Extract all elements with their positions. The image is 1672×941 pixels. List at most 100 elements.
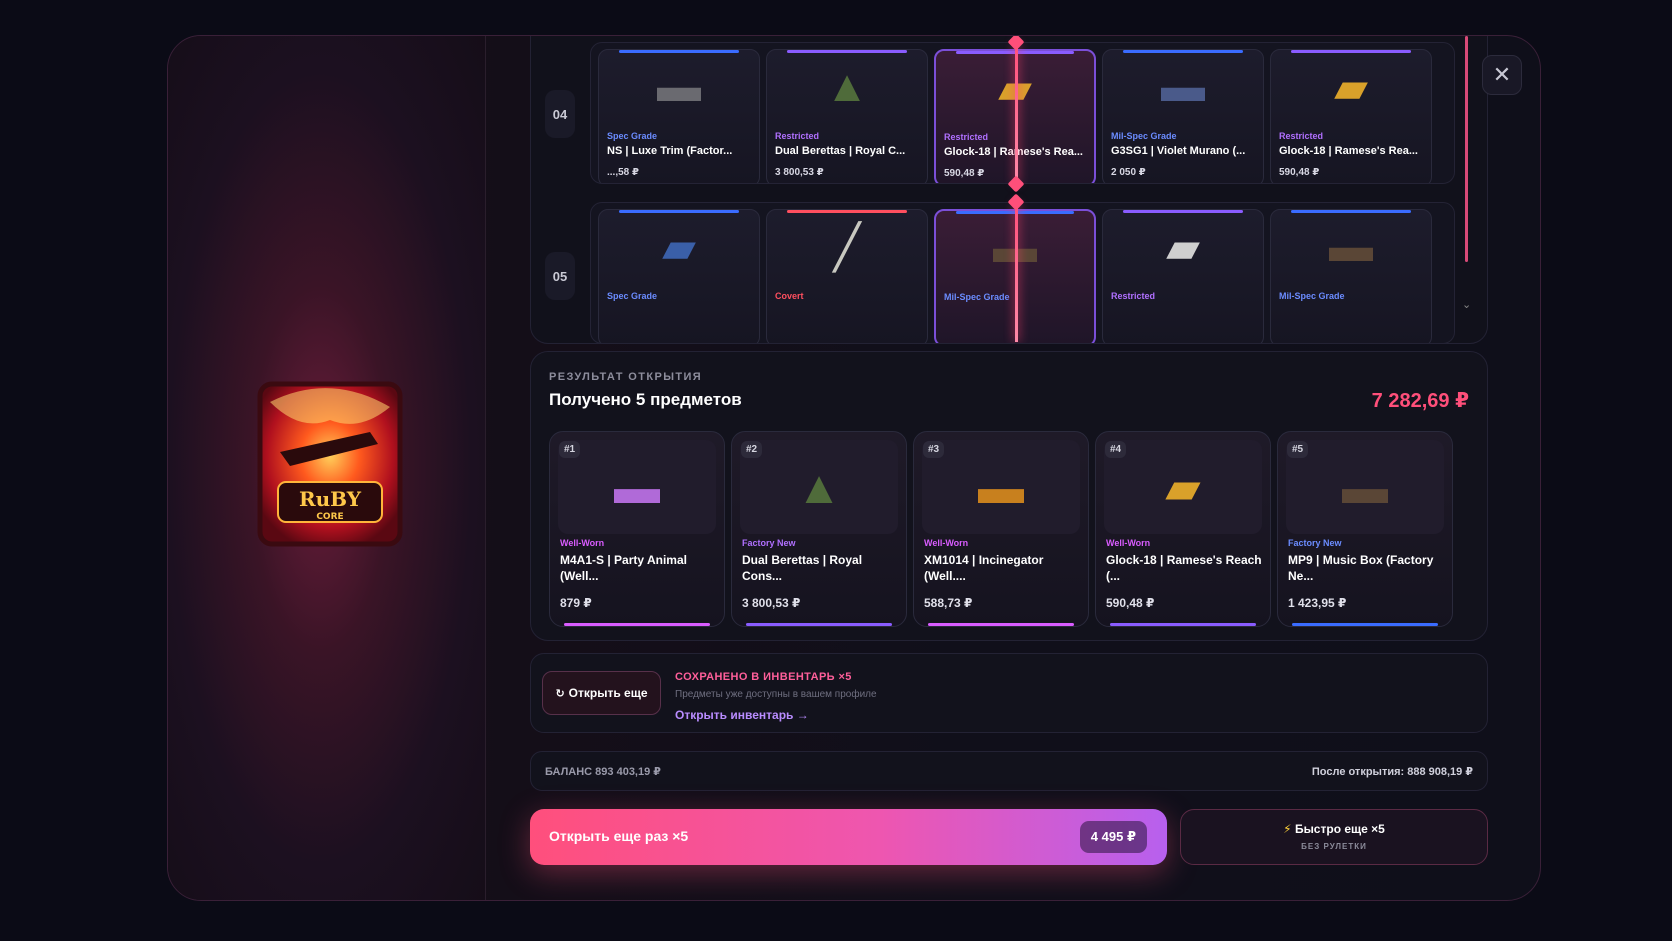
- roulette-item: ▬ Mil-Spec Grade: [1270, 209, 1432, 343]
- rarity-line: [1123, 50, 1243, 53]
- rifle-icon: ▬: [657, 62, 701, 111]
- item-price: 590,48 ₽: [1106, 596, 1155, 610]
- item-rarity: Restricted: [775, 131, 820, 141]
- fast-open-sub: БЕЗ РУЛЕТКИ: [1301, 842, 1367, 851]
- item-name: Dual Berettas | Royal Cons...: [742, 553, 863, 583]
- open-again-label: Открыть еще раз ×5: [549, 828, 689, 844]
- item-index: #3: [923, 441, 945, 458]
- item-price: 588,73 ₽: [924, 596, 973, 610]
- dual-pistols-icon: ▲: [825, 62, 869, 111]
- item-index: #2: [741, 441, 763, 458]
- open-inventory-link[interactable]: Открыть инвентарь →: [675, 708, 809, 722]
- result-total: 7 282,69 ₽: [1371, 390, 1469, 412]
- case-opening-modal: RuBY CORE 04 ▬ Spec Grade NS | Luxe Trim (…: [167, 35, 1541, 901]
- item-price: 590,48 ₽: [944, 168, 985, 179]
- item-name: MP9 | Music Box (Factory Ne...: [1288, 553, 1434, 583]
- pistol-icon: ▰: [1165, 461, 1201, 513]
- item-rarity: Spec Grade: [607, 291, 658, 301]
- smg-icon: ▬: [1342, 461, 1388, 513]
- roulette: 04 ▬ Spec Grade NS | Luxe Trim (Factor....…: [530, 36, 1488, 344]
- item-price: 2 050 ₽: [1111, 167, 1146, 178]
- roulette-item: ▲ Restricted Dual Berettas | Royal C... 3 8…: [766, 49, 928, 183]
- result-item-card[interactable]: #2 ▲ Factory New Dual Berettas | Royal Cons…: [731, 431, 907, 627]
- row-number: 05: [545, 252, 575, 300]
- reel-strip: ▰ Spec Grade ╱ Covert ▬ Mil-Spec Grade ▰ Restri…: [590, 202, 1455, 343]
- case-image: RuBY CORE: [257, 381, 403, 547]
- rarity-line: [1291, 50, 1411, 53]
- rarity-line: [1291, 210, 1411, 213]
- result-item-card[interactable]: #5 ▬ Factory New MP9 | Music Box (Factory N…: [1277, 431, 1453, 627]
- item-name: XM1014 | Incinegator (Well....: [924, 553, 1044, 583]
- item-index: #4: [1105, 441, 1127, 458]
- balance-after: После открытия: 888 908,19 ₽: [1311, 766, 1473, 778]
- item-rarity: Mil-Spec Grade: [944, 292, 1010, 302]
- roulette-row: 04 ▬ Spec Grade NS | Luxe Trim (Factor....…: [545, 42, 1455, 184]
- roulette-marker: [1015, 202, 1018, 342]
- dual-pistols-icon: ▲: [796, 461, 842, 513]
- reel-strip: ▬ Spec Grade NS | Luxe Trim (Factor......,…: [590, 42, 1455, 184]
- roulette-item: ▬ Mil-Spec Grade G3SG1 | Violet Murano (..…: [1102, 49, 1264, 183]
- fast-open-button[interactable]: ⚡ Быстро еще ×5 БЕЗ РУЛЕТКИ: [1180, 809, 1488, 865]
- open-again-button[interactable]: Открыть еще раз ×5 4 495 ₽: [530, 809, 1167, 865]
- item-index: #1: [559, 441, 581, 458]
- result-panel: РЕЗУЛЬТАТ ОТКРЫТИЯ Получено 5 предметов …: [530, 351, 1488, 641]
- rifle-icon: ▬: [614, 461, 660, 513]
- knife-icon: ╱: [833, 223, 861, 272]
- roulette-row: 05 ▰ Spec Grade ╱ Covert ▬ Mil-Spec Grade ▰ Res…: [545, 202, 1455, 343]
- item-name: G3SG1 | Violet Murano (...: [1111, 145, 1246, 157]
- close-button[interactable]: ✕: [1482, 55, 1522, 95]
- saved-description: Предметы уже доступны в вашем профиле: [675, 689, 877, 700]
- rarity-line: [787, 50, 907, 53]
- saved-title: СОХРАНЕНО В ИНВЕНТАРЬ ×5: [675, 671, 852, 683]
- item-rarity: Restricted: [1279, 131, 1324, 141]
- case-panel: RuBY CORE: [168, 36, 486, 900]
- smg-icon: ▬: [1329, 222, 1373, 271]
- item-rarity: Restricted: [944, 132, 989, 142]
- item-name: Glock-18 | Ramese's Rea...: [944, 146, 1083, 158]
- scroll-down-icon[interactable]: ⌄: [1462, 298, 1471, 311]
- item-price: 3 800,53 ₽: [742, 596, 801, 610]
- item-name: Glock-18 | Ramese's Rea...: [1279, 145, 1418, 157]
- roulette-item: ▰ Restricted: [1102, 209, 1264, 343]
- result-item-card[interactable]: #3 ▬ Well-Worn XM1014 | Incinegator (Well..…: [913, 431, 1089, 627]
- rarity-line: [619, 210, 739, 213]
- svg-text:CORE: CORE: [316, 512, 343, 522]
- result-item-card[interactable]: #1 ▬ Well-Worn M4A1-S | Party Animal (Well.…: [549, 431, 725, 627]
- item-price: 879 ₽: [560, 596, 592, 610]
- rarity-line: [787, 210, 907, 213]
- lightning-icon: ⚡: [1283, 822, 1292, 836]
- item-price: 1 423,95 ₽: [1288, 596, 1347, 610]
- saved-panel: ↻ Открыть еще СОХРАНЕНО В ИНВЕНТАРЬ ×5 П…: [530, 653, 1488, 733]
- balance-bar: БАЛАНС 893 403,19 ₽ После открытия: 888 …: [530, 751, 1488, 791]
- roulette-item: ▰ Spec Grade: [598, 209, 760, 343]
- pistol-icon: ▰: [662, 223, 696, 272]
- rarity-bar: [1292, 623, 1438, 626]
- item-rarity: Restricted: [1111, 291, 1156, 301]
- refresh-icon: ↻: [555, 687, 565, 700]
- scrollbar[interactable]: [1465, 36, 1468, 262]
- item-rarity: Spec Grade: [607, 131, 658, 141]
- roulette-item: ╱ Covert: [766, 209, 928, 343]
- roulette-item: ▰ Restricted Glock-18 | Ramese's Rea... 590…: [1270, 49, 1432, 183]
- roulette-item: ▬ Spec Grade NS | Luxe Trim (Factor......,…: [598, 49, 760, 183]
- open-more-button[interactable]: ↻ Открыть еще: [542, 671, 661, 715]
- rarity-bar: [564, 623, 710, 626]
- result-item-card[interactable]: #4 ▰ Well-Worn Glock-18 | Ramese's Reach (.…: [1095, 431, 1271, 627]
- item-name: M4A1-S | Party Animal (Well...: [560, 553, 687, 583]
- pistol-icon: ▰: [1166, 223, 1200, 272]
- open-again-price: 4 495 ₽: [1079, 821, 1147, 853]
- item-wear: Well-Worn: [560, 538, 605, 548]
- item-wear: Factory New: [1288, 538, 1342, 548]
- item-name: Dual Berettas | Royal C...: [775, 145, 906, 157]
- rarity-line: [1123, 210, 1243, 213]
- item-name: Glock-18 | Ramese's Reach (...: [1106, 553, 1262, 583]
- fast-open-label: Быстро еще ×5: [1294, 822, 1385, 836]
- shotgun-icon: ▬: [978, 461, 1024, 513]
- item-price: ...,58 ₽: [607, 167, 639, 178]
- item-price: 3 800,53 ₽: [775, 167, 824, 178]
- item-wear: Well-Worn: [1106, 538, 1151, 548]
- rarity-line: [619, 50, 739, 53]
- item-price: 590,48 ₽: [1279, 167, 1320, 178]
- rarity-bar: [1110, 623, 1256, 626]
- result-label: РЕЗУЛЬТАТ ОТКРЫТИЯ: [549, 371, 703, 383]
